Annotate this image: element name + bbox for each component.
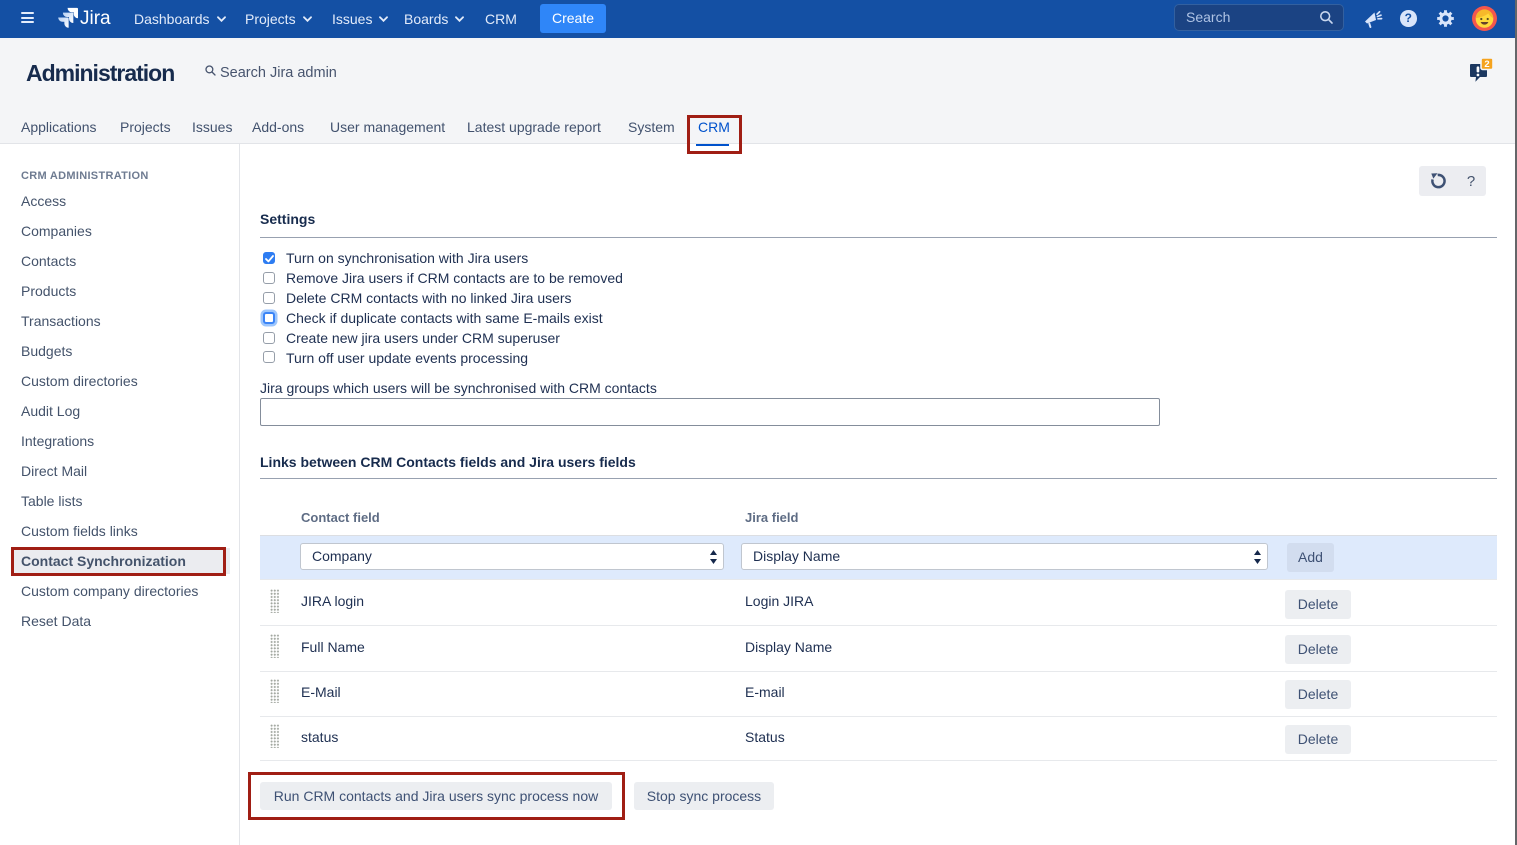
svg-text:2: 2 [1484,59,1489,70]
